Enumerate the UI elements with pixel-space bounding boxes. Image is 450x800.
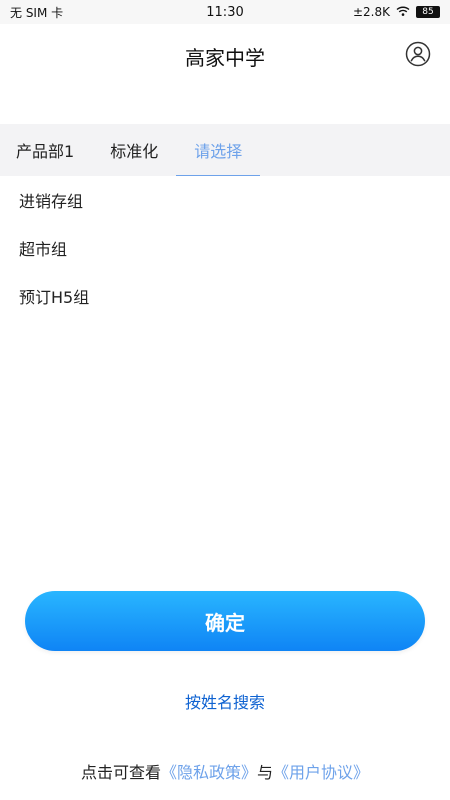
- search-by-name-link[interactable]: 按姓名搜索: [0, 689, 450, 713]
- header-bar: 高家中学: [0, 24, 450, 88]
- department-tabs: 产品部1 标准化 请选择: [0, 124, 450, 176]
- privacy-policy-link[interactable]: 《隐私政策》: [161, 763, 257, 782]
- user-agreement-link[interactable]: 《用户协议》: [273, 763, 369, 782]
- network-speed: ±2.8K: [352, 5, 390, 19]
- page-title: 高家中学: [185, 45, 265, 70]
- list-item[interactable]: 进销存组: [0, 176, 450, 224]
- list-item[interactable]: 预订H5组: [0, 272, 450, 320]
- status-right: ±2.8K 85: [353, 5, 440, 20]
- user-icon: [405, 41, 431, 67]
- group-list: 进销存组 超市组 预订H5组: [0, 176, 450, 320]
- footer-notice: 点击可查看《隐私政策》与《用户协议》: [0, 759, 450, 783]
- status-bar: 无 SIM 卡 11:30 ±2.8K 85: [0, 0, 450, 24]
- wifi-icon: [396, 5, 410, 20]
- footer-connector: 与: [257, 763, 274, 782]
- battery-indicator: 85: [416, 6, 440, 18]
- tab-please-select[interactable]: 请选择: [176, 124, 261, 176]
- list-item[interactable]: 超市组: [0, 224, 450, 272]
- tab-standardization[interactable]: 标准化: [92, 124, 176, 176]
- carrier-label: 无 SIM 卡: [10, 5, 64, 20]
- confirm-button[interactable]: 确定: [25, 591, 425, 651]
- user-profile-button[interactable]: [404, 40, 432, 68]
- footer-prefix: 点击可查看: [80, 763, 161, 782]
- tab-product-dept[interactable]: 产品部1: [0, 124, 92, 176]
- status-left: 无 SIM 卡: [10, 4, 63, 21]
